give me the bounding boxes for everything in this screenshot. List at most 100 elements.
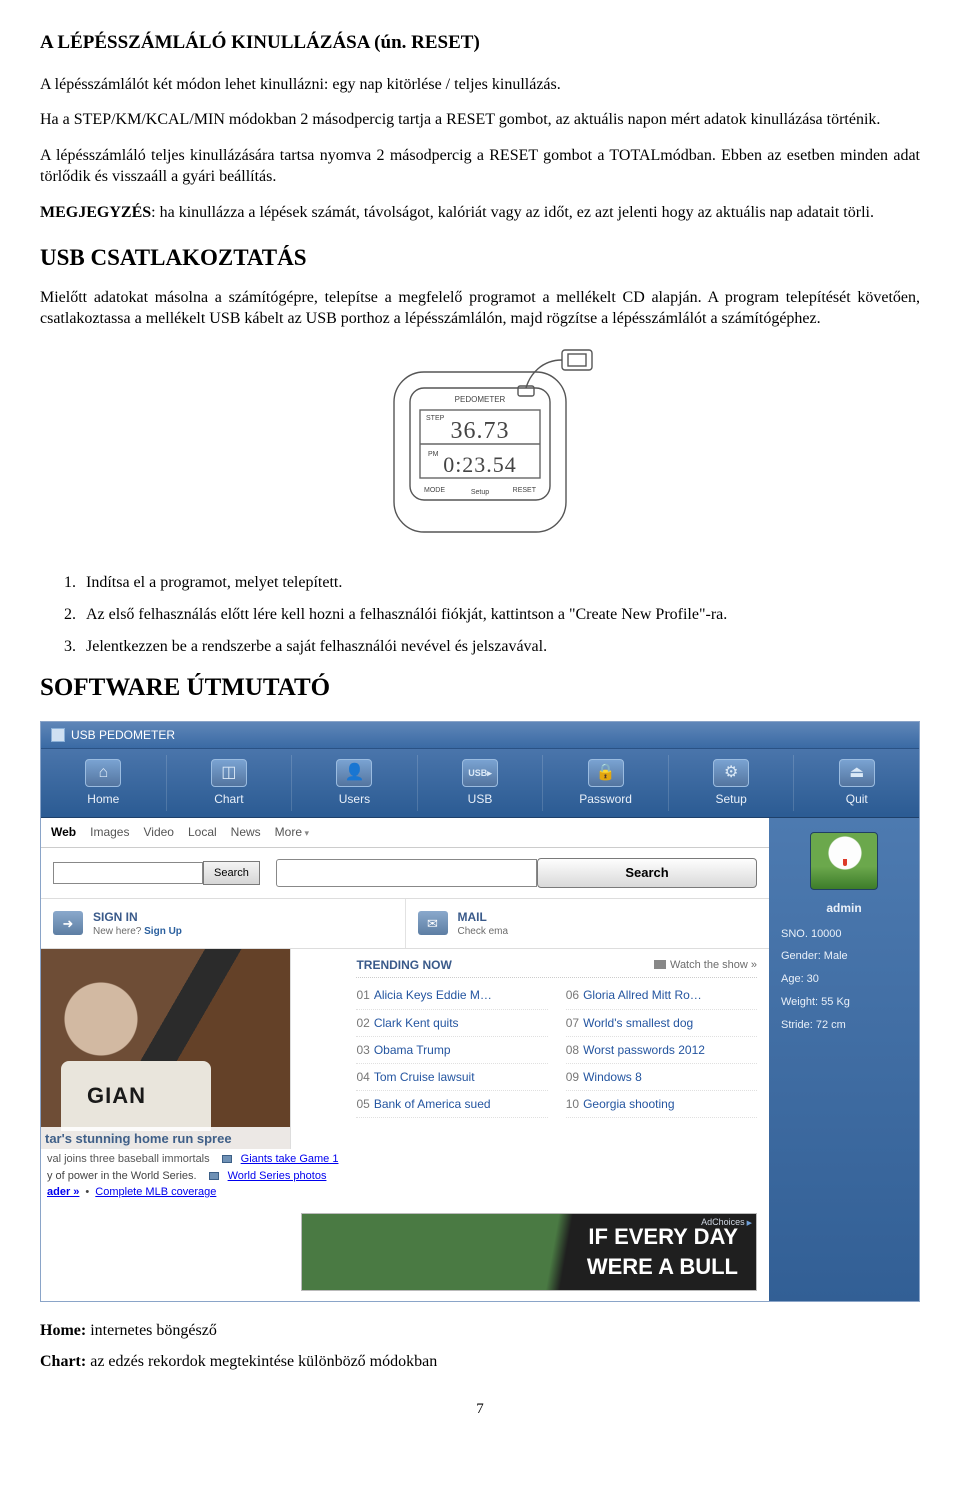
trend-01[interactable]: 01Alicia Keys Eddie M…: [356, 982, 547, 1009]
trending-col-right: 06Gloria Allred Mitt Ro… 07World's small…: [566, 982, 757, 1118]
chart-icon: ◫: [211, 759, 247, 787]
trending-col-left: 01Alicia Keys Eddie M… 02Clark Kent quit…: [356, 982, 547, 1118]
def-home-text: internetes böngésző: [86, 1322, 217, 1339]
trending-header: TRENDING NOW: [356, 957, 451, 973]
trend-04[interactable]: 04Tom Cruise lawsuit: [356, 1064, 547, 1091]
trend-05[interactable]: 05Bank of America sued: [356, 1091, 547, 1118]
sidebar-stride: Stride: 72 cm: [781, 1018, 907, 1033]
trend-03[interactable]: 03Obama Trump: [356, 1037, 547, 1064]
users-icon: 👤: [336, 759, 372, 787]
footer-definitions: Home: internetes böngésző Chart: az edzé…: [40, 1320, 920, 1373]
ad-banner[interactable]: AdChoices IF EVERY DAY WERE A BULL: [301, 1213, 757, 1291]
ped-pm: PM: [428, 451, 439, 458]
webtab-web[interactable]: Web: [51, 824, 76, 846]
toolbar-password-label: Password: [543, 791, 668, 807]
hero-line3[interactable]: ader »: [47, 1184, 79, 1201]
home-icon: ⌂: [85, 759, 121, 787]
step-2-num: 2.: [64, 604, 86, 626]
webtab-more[interactable]: More: [275, 824, 309, 846]
trend-07[interactable]: 07World's smallest dog: [566, 1010, 757, 1037]
trend-09[interactable]: 09Windows 8: [566, 1064, 757, 1091]
ped-mode: MODE: [424, 487, 445, 494]
sidebar-username: admin: [781, 900, 907, 916]
toolbar-password[interactable]: 🔒 Password: [543, 755, 669, 811]
pedometer-illustration: PEDOMETER STEP 36.73 PM 0:23.54 MODE RES…: [320, 344, 640, 544]
app-title-icon: [51, 728, 65, 742]
search-big-button[interactable]: Search: [537, 858, 757, 888]
toolbar-chart-label: Chart: [167, 791, 292, 807]
panels: ➜ SIGN IN New here? Sign Up ✉ MAIL Check…: [41, 898, 769, 950]
webtab-news[interactable]: News: [231, 824, 261, 846]
step-3: 3.Jelentkezzen be a rendszerbe a saját f…: [64, 636, 920, 658]
ped-reset: RESET: [513, 487, 537, 494]
hero-link3[interactable]: Complete MLB coverage: [95, 1184, 216, 1201]
adchoices-label[interactable]: AdChoices: [701, 1216, 752, 1228]
hero-link1[interactable]: Giants take Game 1: [241, 1151, 339, 1168]
toolbar-usb[interactable]: USB▸ USB: [418, 755, 544, 811]
trend-06[interactable]: 06Gloria Allred Mitt Ro…: [566, 982, 757, 1009]
trend-10[interactable]: 10Georgia shooting: [566, 1091, 757, 1118]
ped-step: STEP: [426, 415, 445, 422]
toolbar-home-label: Home: [41, 791, 166, 807]
hero-jersey: [61, 1061, 211, 1131]
signin-sub-plain: New here?: [93, 926, 144, 937]
signin-icon: ➜: [53, 911, 83, 935]
hero-link2[interactable]: World Series photos: [228, 1168, 327, 1185]
tv-icon: [654, 960, 666, 969]
step-1-text: Indítsa el a programot, melyet telepítet…: [86, 574, 342, 591]
toolbar-home[interactable]: ⌂ Home: [41, 755, 167, 811]
webtab-video[interactable]: Video: [143, 824, 173, 846]
search-small-button[interactable]: Search: [203, 861, 260, 885]
ped-line2: 0:23.54: [443, 452, 517, 477]
trend-08[interactable]: 08Worst passwords 2012: [566, 1037, 757, 1064]
avatar: [810, 832, 878, 890]
toolbar-quit[interactable]: ⏏ Quit: [794, 755, 919, 811]
def-chart-text: az edzés rekordok megtekintése különböző…: [86, 1353, 437, 1370]
app-sidebar: admin SNO. 10000 Gender: Male Age: 30 We…: [769, 818, 919, 1300]
app-titlebar: USB PEDOMETER: [41, 722, 919, 749]
heading-software: SOFTWARE ÚTMUTATÓ: [40, 671, 920, 705]
step-1: 1.Indítsa el a programot, melyet telepít…: [64, 572, 920, 594]
step-3-text: Jelentkezzen be a rendszerbe a saját fel…: [86, 638, 547, 655]
content-row: tar's stunning home run spree val joins …: [41, 949, 769, 1207]
para-intro: A lépésszámlálót két módon lehet kinullá…: [40, 74, 920, 96]
watch-show-link[interactable]: Watch the show »: [654, 958, 757, 973]
web-tabs: Web Images Video Local News More: [41, 818, 769, 847]
search-small-input[interactable]: [53, 862, 203, 884]
search-big-box: Search: [276, 858, 757, 888]
para-full-reset: A lépésszámláló teljes kinullázására tar…: [40, 145, 920, 188]
signin-title: SIGN IN: [93, 909, 182, 925]
ped-label: PEDOMETER: [455, 395, 506, 404]
quit-icon: ⏏: [839, 759, 875, 787]
search-big-input[interactable]: [276, 859, 537, 887]
hero-caption: tar's stunning home run spree: [41, 1127, 290, 1149]
heading-reset: A LÉPÉSSZÁMLÁLÓ KINULLÁZÁSA (ún. RESET): [40, 30, 920, 56]
hero-line1: val joins three baseball immortals: [47, 1151, 210, 1168]
hero-image[interactable]: tar's stunning home run spree: [41, 949, 291, 1149]
def-chart: Chart: az edzés rekordok megtekintése kü…: [40, 1351, 920, 1373]
hero-column: tar's stunning home run spree val joins …: [41, 949, 344, 1207]
webtab-images[interactable]: Images: [90, 824, 129, 846]
trend-02[interactable]: 02Clark Kent quits: [356, 1010, 547, 1037]
def-home-label: Home:: [40, 1322, 86, 1339]
toolbar-chart[interactable]: ◫ Chart: [167, 755, 293, 811]
toolbar-users[interactable]: 👤 Users: [292, 755, 418, 811]
photo-icon: [222, 1155, 232, 1163]
trending-box: TRENDING NOW Watch the show » 01Alicia K…: [344, 949, 769, 1207]
signin-panel[interactable]: ➜ SIGN IN New here? Sign Up: [41, 899, 406, 949]
sidebar-age: Age: 30: [781, 972, 907, 987]
hero-line2: y of power in the World Series.: [47, 1168, 197, 1185]
para-usb: Mielőtt adatokat másolna a számítógépre,…: [40, 287, 920, 330]
heading-usb: USB CSATLAKOZTATÁS: [40, 242, 920, 273]
mail-panel[interactable]: ✉ MAIL Check ema: [406, 899, 770, 949]
step-3-num: 3.: [64, 636, 86, 658]
toolbar-setup[interactable]: ⚙ Setup: [669, 755, 795, 811]
ad-line2: WERE A BULL: [587, 1252, 738, 1282]
signup-link[interactable]: Sign Up: [144, 926, 182, 937]
sidebar-sno: SNO. 10000: [781, 927, 907, 942]
app-body: Web Images Video Local News More Search …: [41, 818, 919, 1300]
webtab-local[interactable]: Local: [188, 824, 217, 846]
note-prefix: MEGJEGYZÉS: [40, 204, 151, 221]
toolbar-users-label: Users: [292, 791, 417, 807]
note-rest: : ha kinullázza a lépések számát, távols…: [151, 204, 874, 221]
